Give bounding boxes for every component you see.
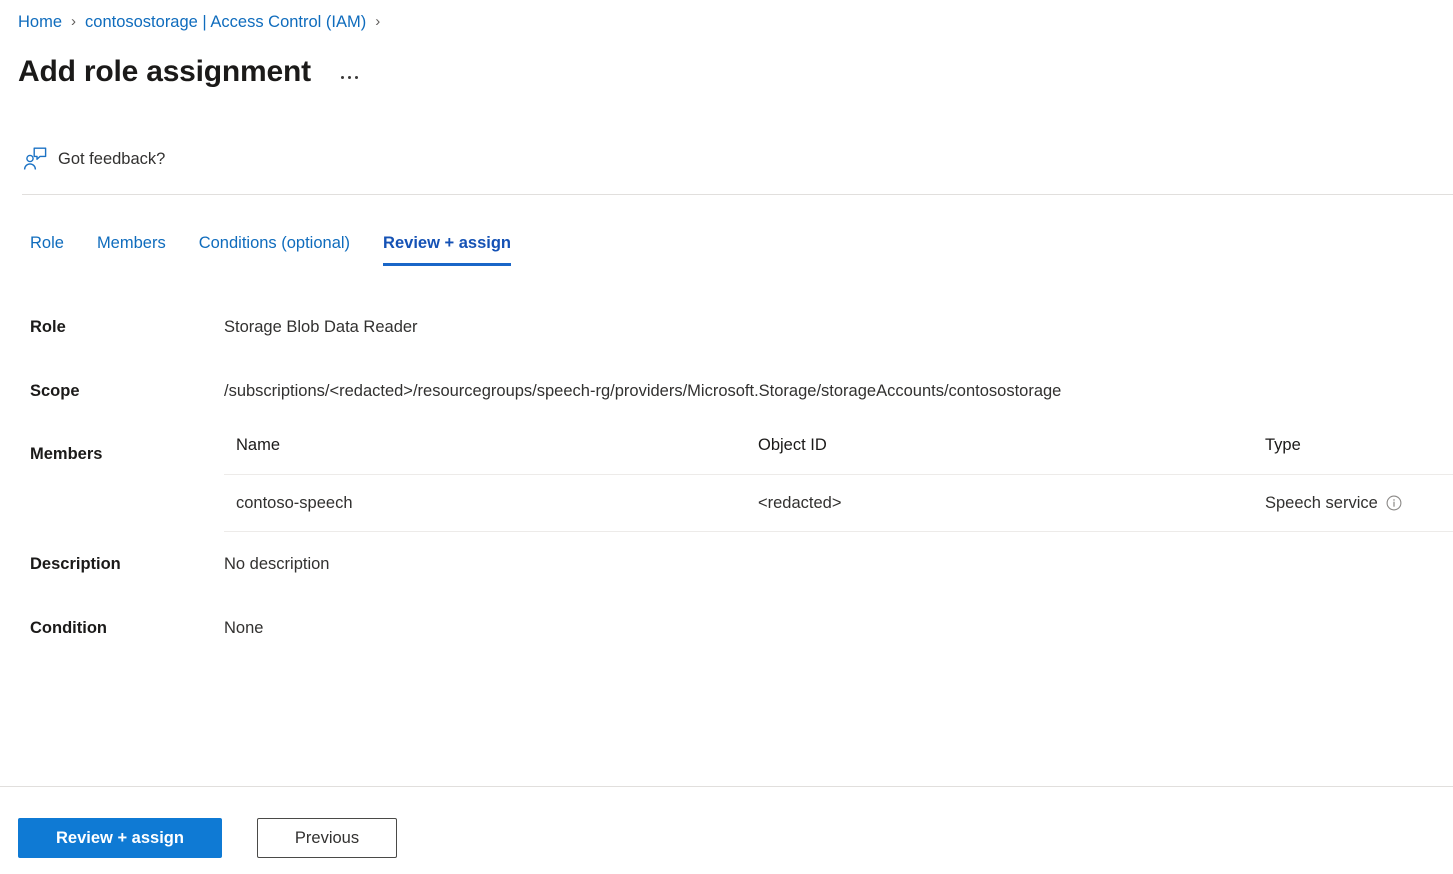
page-title: Add role assignment <box>18 55 311 88</box>
wizard-tabs: Role Members Conditions (optional) Revie… <box>30 232 544 266</box>
member-type-label: Speech service <box>1265 494 1378 512</box>
tab-members-label: Members <box>96 234 166 252</box>
detail-row-condition: Condition None <box>0 617 1453 639</box>
ellipsis-dot-icon <box>354 75 358 79</box>
tab-review-assign-label: Review + assign <box>383 234 511 252</box>
breadcrumb-item-home[interactable]: Home <box>18 12 62 32</box>
scope-label: Scope <box>30 382 80 400</box>
footer-actions: Review + assign Previous <box>18 818 397 858</box>
ellipsis-dot-icon <box>340 75 344 79</box>
got-feedback-link[interactable]: Got feedback? <box>22 146 165 172</box>
description-label: Description <box>30 555 121 573</box>
breadcrumb-separator-icon: › <box>71 13 77 30</box>
info-icon[interactable] <box>1386 495 1402 511</box>
page-header: Add role assignment <box>18 52 362 92</box>
previous-button[interactable]: Previous <box>257 818 397 858</box>
footer-divider <box>0 786 1453 787</box>
scope-value: /subscriptions/<redacted>/resourcegroups… <box>224 382 1062 400</box>
review-details: Role Storage Blob Data Reader Scope /sub… <box>0 316 1453 639</box>
tab-review-assign[interactable]: Review + assign <box>383 232 511 266</box>
column-header-object-id[interactable]: Object ID <box>746 434 1253 475</box>
breadcrumb-separator-icon-2: › <box>375 13 381 30</box>
condition-label: Condition <box>30 619 107 637</box>
tab-conditions[interactable]: Conditions (optional) <box>199 232 350 266</box>
review-assign-button[interactable]: Review + assign <box>18 818 222 858</box>
tab-role[interactable]: Role <box>30 232 64 266</box>
feedback-person-icon <box>23 147 47 170</box>
description-value: No description <box>224 555 330 573</box>
header-divider <box>22 194 1453 195</box>
tab-members[interactable]: Members <box>97 232 166 266</box>
detail-row-members: Members Name Object ID Type contoso-spee… <box>0 434 1453 532</box>
breadcrumb: Home › contosostorage | Access Control (… <box>18 12 389 32</box>
column-header-type[interactable]: Type <box>1253 434 1453 475</box>
members-table-wrapper: Name Object ID Type contoso-speech <reda… <box>224 434 1453 532</box>
members-label: Members <box>30 445 103 463</box>
member-name-cell: contoso-speech <box>224 474 746 532</box>
condition-value: None <box>224 619 264 637</box>
member-type-cell: Speech service <box>1253 474 1453 532</box>
members-table: Name Object ID Type contoso-speech <reda… <box>224 434 1453 532</box>
detail-row-description: Description No description <box>0 553 1453 575</box>
table-header-row: Name Object ID Type <box>224 434 1453 475</box>
detail-row-scope: Scope /subscriptions/<redacted>/resource… <box>0 380 1453 402</box>
column-header-name[interactable]: Name <box>224 434 746 475</box>
got-feedback-label: Got feedback? <box>58 150 166 168</box>
tab-role-label: Role <box>30 234 64 252</box>
breadcrumb-item-contosostorage-iam[interactable]: contosostorage | Access Control (IAM) <box>85 12 366 32</box>
table-row: contoso-speech <redacted> Speech service <box>224 474 1453 532</box>
role-value: Storage Blob Data Reader <box>224 318 418 336</box>
ellipsis-dot-icon <box>347 75 351 79</box>
member-object-id-cell: <redacted> <box>746 474 1253 532</box>
detail-row-role: Role Storage Blob Data Reader <box>0 316 1453 338</box>
role-label: Role <box>30 318 66 336</box>
tab-conditions-label: Conditions (optional) <box>198 234 351 252</box>
more-actions-button[interactable] <box>337 70 362 85</box>
